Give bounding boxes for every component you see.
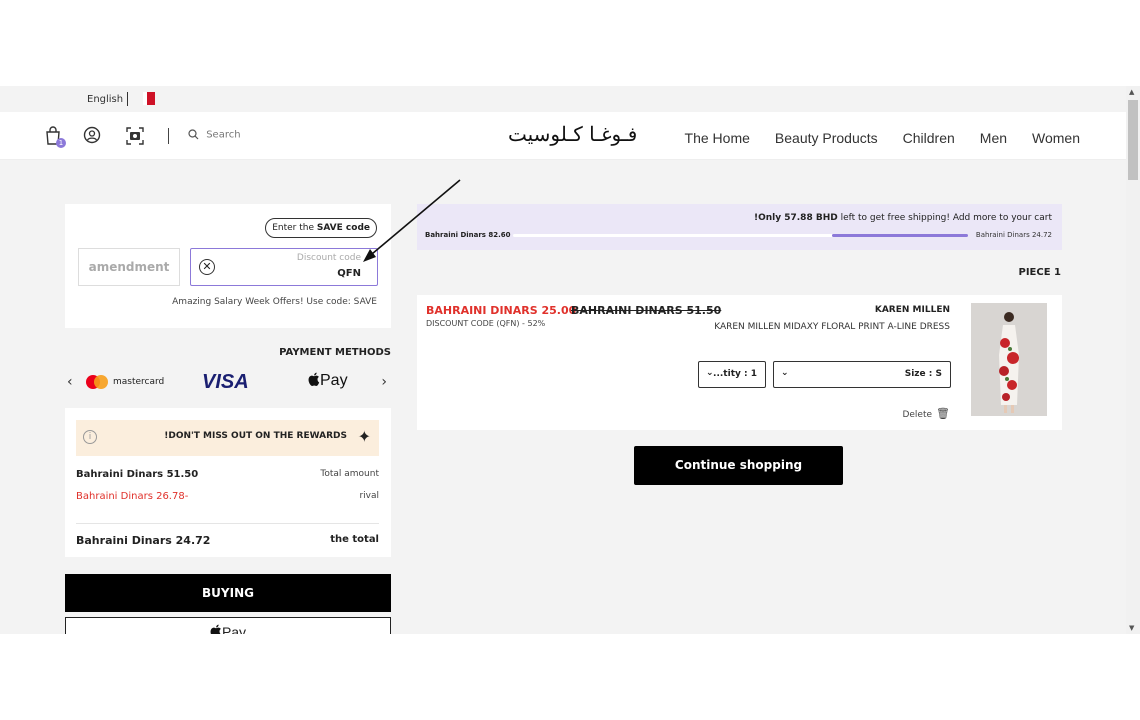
page-scrollbar[interactable]: ▲ ▼	[1126, 86, 1140, 634]
scroll-down-icon[interactable]: ▼	[1129, 624, 1134, 632]
scroll-up-icon[interactable]: ▲	[1129, 88, 1134, 96]
scrollbar-thumb[interactable]	[1128, 100, 1138, 180]
annotation-arrow-icon	[363, 179, 461, 262]
page-viewport: English 1 Search فـوغـا كـلوسيت The Home…	[0, 86, 1140, 634]
